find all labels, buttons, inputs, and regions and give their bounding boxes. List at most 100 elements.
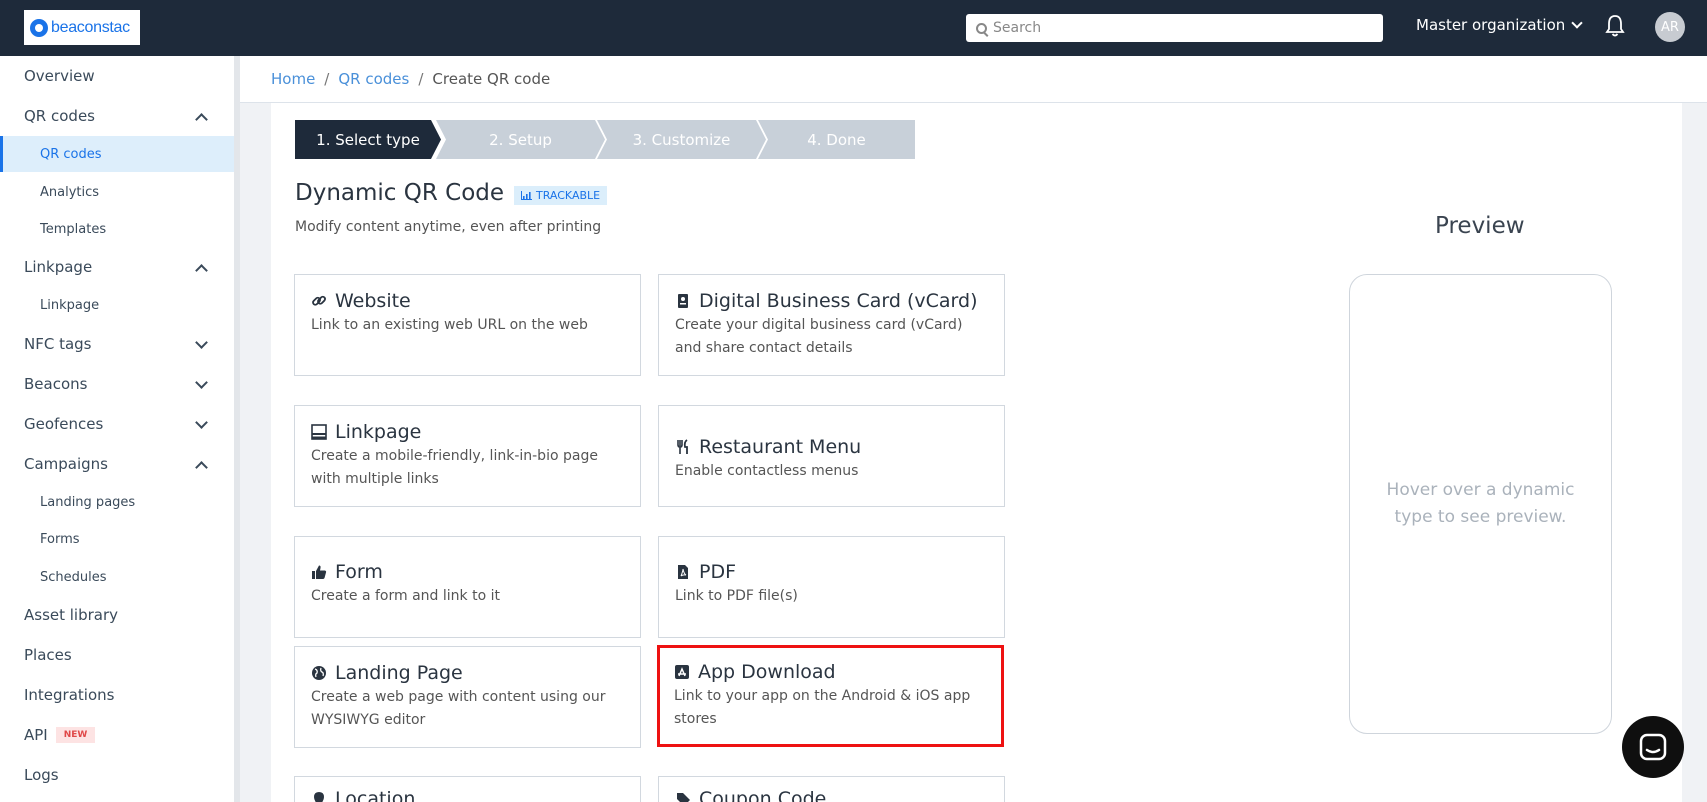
card-description: Create a mobile-friendly, link-in-bio pa… [311, 448, 598, 487]
thumbs-up-icon [312, 565, 327, 579]
preview-hint: Hover over a dynamic type to see preview… [1386, 480, 1575, 527]
qr-type-vcard-card[interactable]: Digital Business Card (vCard) Create you… [658, 274, 1005, 376]
chat-icon [1639, 733, 1667, 761]
card-description: Link to an existing web URL on the web [311, 317, 588, 333]
sidebar-item-asset-library[interactable]: Asset library [0, 597, 234, 633]
sidebar-item-label: Geofences [24, 415, 104, 433]
trackable-label: TRACKABLE [536, 189, 601, 202]
card-title: Landing Page [335, 662, 463, 684]
chevron-down-icon [1571, 16, 1583, 29]
qr-type-app-download-card[interactable]: App Download Link to your app on the And… [657, 645, 1004, 747]
sidebar-item-overview[interactable]: Overview [0, 58, 234, 94]
user-avatar[interactable]: AR [1655, 12, 1685, 42]
chevron-down-icon [195, 336, 208, 349]
top-bar: beaconstac Master organization AR [0, 0, 1707, 56]
step-done[interactable]: 4. Done [758, 120, 915, 159]
sidebar-item-beacons[interactable]: Beacons [0, 366, 234, 402]
breadcrumb: Home / QR codes / Create QR code [240, 56, 1707, 103]
sidebar-subitem-analytics[interactable]: Analytics [0, 174, 234, 210]
sidebar-item-qr-codes[interactable]: QR codes [0, 98, 234, 134]
card-title: Form [335, 561, 383, 583]
chevron-down-icon [195, 416, 208, 429]
cutlery-icon [677, 439, 688, 454]
card-description: Create your digital business card (vCard… [675, 317, 963, 356]
breadcrumb-separator: / [324, 70, 330, 88]
card-description: Link to your app on the Android & iOS ap… [674, 688, 971, 727]
linkpage-icon [311, 424, 327, 440]
id-card-icon [678, 294, 688, 308]
sidebar-item-label: QR codes [24, 107, 95, 125]
qr-type-pdf-card[interactable]: PDF Link to PDF file(s) [658, 536, 1005, 638]
logo-icon [30, 18, 48, 37]
page-title: Dynamic QR Code [295, 180, 505, 206]
bar-chart-icon [521, 191, 532, 200]
org-label: Master organization [1416, 16, 1566, 34]
qr-type-website-card[interactable]: Website Link to an existing web URL on t… [294, 274, 641, 376]
sidebar-item-label: Beacons [24, 375, 88, 393]
sidebar-item-nfc-tags[interactable]: NFC tags [0, 326, 234, 362]
link-icon [312, 295, 326, 306]
sidebar-subitem-qr-codes[interactable]: QR codes [0, 136, 234, 172]
tag-icon [677, 793, 690, 802]
card-title: Website [335, 290, 411, 312]
step-setup[interactable]: 2. Setup [436, 120, 605, 159]
map-pin-icon [314, 792, 324, 802]
page-subtitle: Modify content anytime, even after print… [295, 219, 602, 235]
search-icon [976, 22, 987, 34]
sidebar-item-api[interactable]: API NEW [0, 717, 234, 753]
sidebar-subitem-schedules[interactable]: Schedules [0, 559, 234, 595]
pdf-icon [678, 565, 688, 579]
sidebar-item-label: Linkpage [24, 258, 93, 276]
sidebar: Overview QR codes QR codes Analytics Tem… [0, 56, 240, 802]
qr-type-coupon-card[interactable]: Coupon Code [658, 776, 1005, 802]
new-badge: NEW [55, 727, 96, 743]
sidebar-item-label: API [24, 726, 48, 744]
chevron-up-icon [195, 264, 208, 277]
org-switcher[interactable]: Master organization [1416, 16, 1583, 34]
card-title: PDF [699, 561, 737, 583]
card-title: Digital Business Card (vCard) [699, 290, 978, 312]
sidebar-subitem-landing-pages[interactable]: Landing pages [0, 484, 234, 520]
card-title: Linkpage [335, 421, 422, 443]
sidebar-item-label: NFC tags [24, 335, 92, 353]
preview-title: Preview [1435, 213, 1525, 239]
sidebar-item-label: Campaigns [24, 455, 109, 473]
app-store-icon [675, 665, 689, 679]
brand-logo[interactable]: beaconstac [24, 10, 140, 45]
chat-launcher-button[interactable] [1622, 716, 1684, 778]
card-description: Create a form and link to it [311, 588, 500, 604]
card-title: Restaurant Menu [699, 436, 862, 458]
card-title: Location [335, 788, 416, 802]
card-description: Create a web page with content using our… [311, 689, 606, 728]
trackable-badge: TRACKABLE [514, 186, 608, 205]
breadcrumb-home[interactable]: Home [271, 70, 315, 88]
sidebar-item-integrations[interactable]: Integrations [0, 677, 234, 713]
sidebar-item-geofences[interactable]: Geofences [0, 406, 234, 442]
qr-type-linkpage-card[interactable]: Linkpage Create a mobile-friendly, link-… [294, 405, 641, 507]
sidebar-subitem-templates[interactable]: Templates [0, 211, 234, 247]
chevron-up-icon [195, 461, 208, 474]
qr-type-form-card[interactable]: Form Create a form and link to it [294, 536, 641, 638]
chevron-up-icon [195, 113, 208, 126]
qr-type-landing-page-card[interactable]: Landing Page Create a web page with cont… [294, 646, 641, 748]
card-title: App Download [698, 661, 836, 683]
card-description: Link to PDF file(s) [675, 588, 798, 604]
breadcrumb-qr-codes[interactable]: QR codes [338, 70, 409, 88]
sidebar-item-linkpage[interactable]: Linkpage [0, 249, 234, 285]
search-input[interactable] [993, 20, 1373, 36]
sidebar-subitem-linkpage[interactable]: Linkpage [0, 287, 234, 323]
breadcrumb-current: Create QR code [432, 70, 551, 88]
step-customize[interactable]: 3. Customize [597, 120, 766, 159]
logo-text: beaconstac [51, 18, 130, 36]
globe-icon [312, 666, 326, 680]
qr-type-restaurant-menu-card[interactable]: Restaurant Menu Enable contactless menus [658, 405, 1005, 507]
sidebar-item-places[interactable]: Places [0, 637, 234, 673]
sidebar-item-logs[interactable]: Logs [0, 757, 234, 793]
bell-icon[interactable] [1605, 14, 1625, 38]
qr-type-location-card[interactable]: Location [294, 776, 641, 802]
sidebar-item-campaigns[interactable]: Campaigns [0, 446, 234, 482]
sidebar-subitem-forms[interactable]: Forms [0, 521, 234, 557]
search-box[interactable] [966, 14, 1383, 42]
step-select-type[interactable]: 1. Select type [295, 120, 441, 159]
chevron-down-icon [195, 376, 208, 389]
